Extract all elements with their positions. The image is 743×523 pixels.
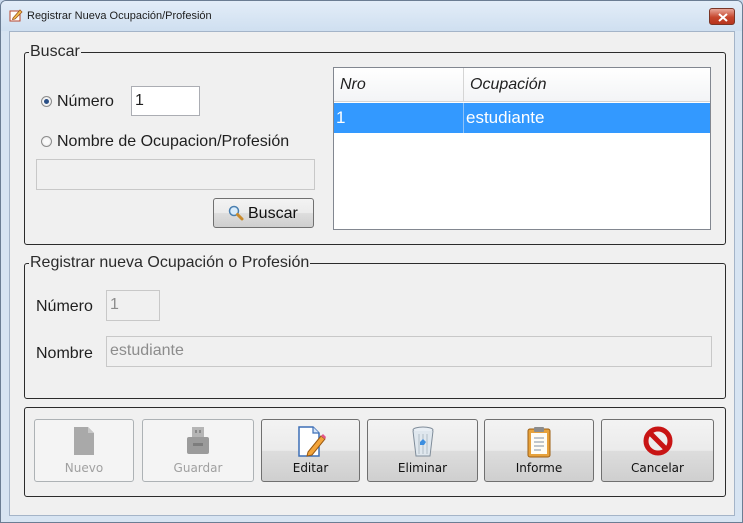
edit-form-icon bbox=[9, 9, 23, 22]
close-window-button[interactable] bbox=[709, 8, 735, 25]
cancelar-label: Cancelar bbox=[631, 461, 684, 475]
buscar-numero-input[interactable]: 1 bbox=[131, 86, 200, 116]
informe-button[interactable]: Informe bbox=[484, 419, 594, 482]
buscar-nombre-input[interactable] bbox=[36, 159, 315, 190]
eliminar-button[interactable]: Eliminar bbox=[367, 419, 478, 482]
column-header-nro[interactable]: Nro bbox=[334, 68, 464, 102]
registrar-numero-label: Número bbox=[36, 298, 93, 315]
close-icon bbox=[718, 13, 728, 22]
registrar-numero-field[interactable]: 1 bbox=[106, 290, 160, 321]
table-row[interactable]: 1 estudiante bbox=[334, 103, 710, 133]
edit-document-icon bbox=[297, 426, 326, 457]
recycle-bin-icon bbox=[412, 426, 433, 457]
buscar-button[interactable]: Buscar bbox=[213, 198, 314, 228]
registrar-legend: Registrar nueva Ocupación o Profesión bbox=[30, 254, 310, 271]
buscar-button-label: Buscar bbox=[248, 205, 298, 222]
nuevo-button[interactable]: Nuevo bbox=[34, 419, 134, 482]
app-window: Registrar Nueva Ocupación/Profesión Busc… bbox=[0, 0, 743, 523]
guardar-label: Guardar bbox=[173, 461, 223, 475]
nuevo-label: Nuevo bbox=[64, 461, 104, 475]
window-title: Registrar Nueva Ocupación/Profesión bbox=[27, 10, 212, 22]
registrar-nombre-field[interactable]: estudiante bbox=[106, 336, 712, 367]
form-body: Buscar Número 1 Nombre de Ocupacion/Prof… bbox=[9, 31, 735, 516]
eliminar-label: Eliminar bbox=[397, 461, 448, 475]
cancelar-button[interactable]: Cancelar bbox=[601, 419, 714, 482]
magnifier-icon bbox=[228, 205, 244, 221]
buscar-legend: Buscar bbox=[30, 43, 80, 60]
radio-nombre-label: Nombre de Ocupacion/Profesión bbox=[57, 133, 290, 150]
radio-numero-label: Número bbox=[57, 93, 114, 110]
ocupaciones-table[interactable]: Nro Ocupación 1 estudiante bbox=[333, 67, 711, 230]
cancel-prohibited-icon bbox=[643, 426, 672, 456]
radio-nombre[interactable] bbox=[41, 136, 52, 147]
cell-ocupacion: estudiante bbox=[466, 108, 545, 127]
clipboard-report-icon bbox=[527, 427, 551, 458]
radio-numero[interactable] bbox=[41, 96, 52, 107]
informe-label: Informe bbox=[515, 461, 563, 475]
guardar-button[interactable]: Guardar bbox=[142, 419, 254, 482]
column-header-ocupacion[interactable]: Ocupación bbox=[464, 68, 710, 102]
editar-button[interactable]: Editar bbox=[261, 419, 360, 482]
title-bar[interactable]: Registrar Nueva Ocupación/Profesión bbox=[1, 1, 742, 31]
registrar-nombre-label: Nombre bbox=[36, 345, 93, 362]
cell-nro: 1 bbox=[334, 103, 464, 133]
registrar-group: Registrar nueva Ocupación o Profesión bbox=[24, 254, 726, 399]
new-document-icon bbox=[74, 427, 94, 455]
editar-label: Editar bbox=[292, 461, 329, 475]
usb-drive-icon bbox=[187, 427, 209, 454]
